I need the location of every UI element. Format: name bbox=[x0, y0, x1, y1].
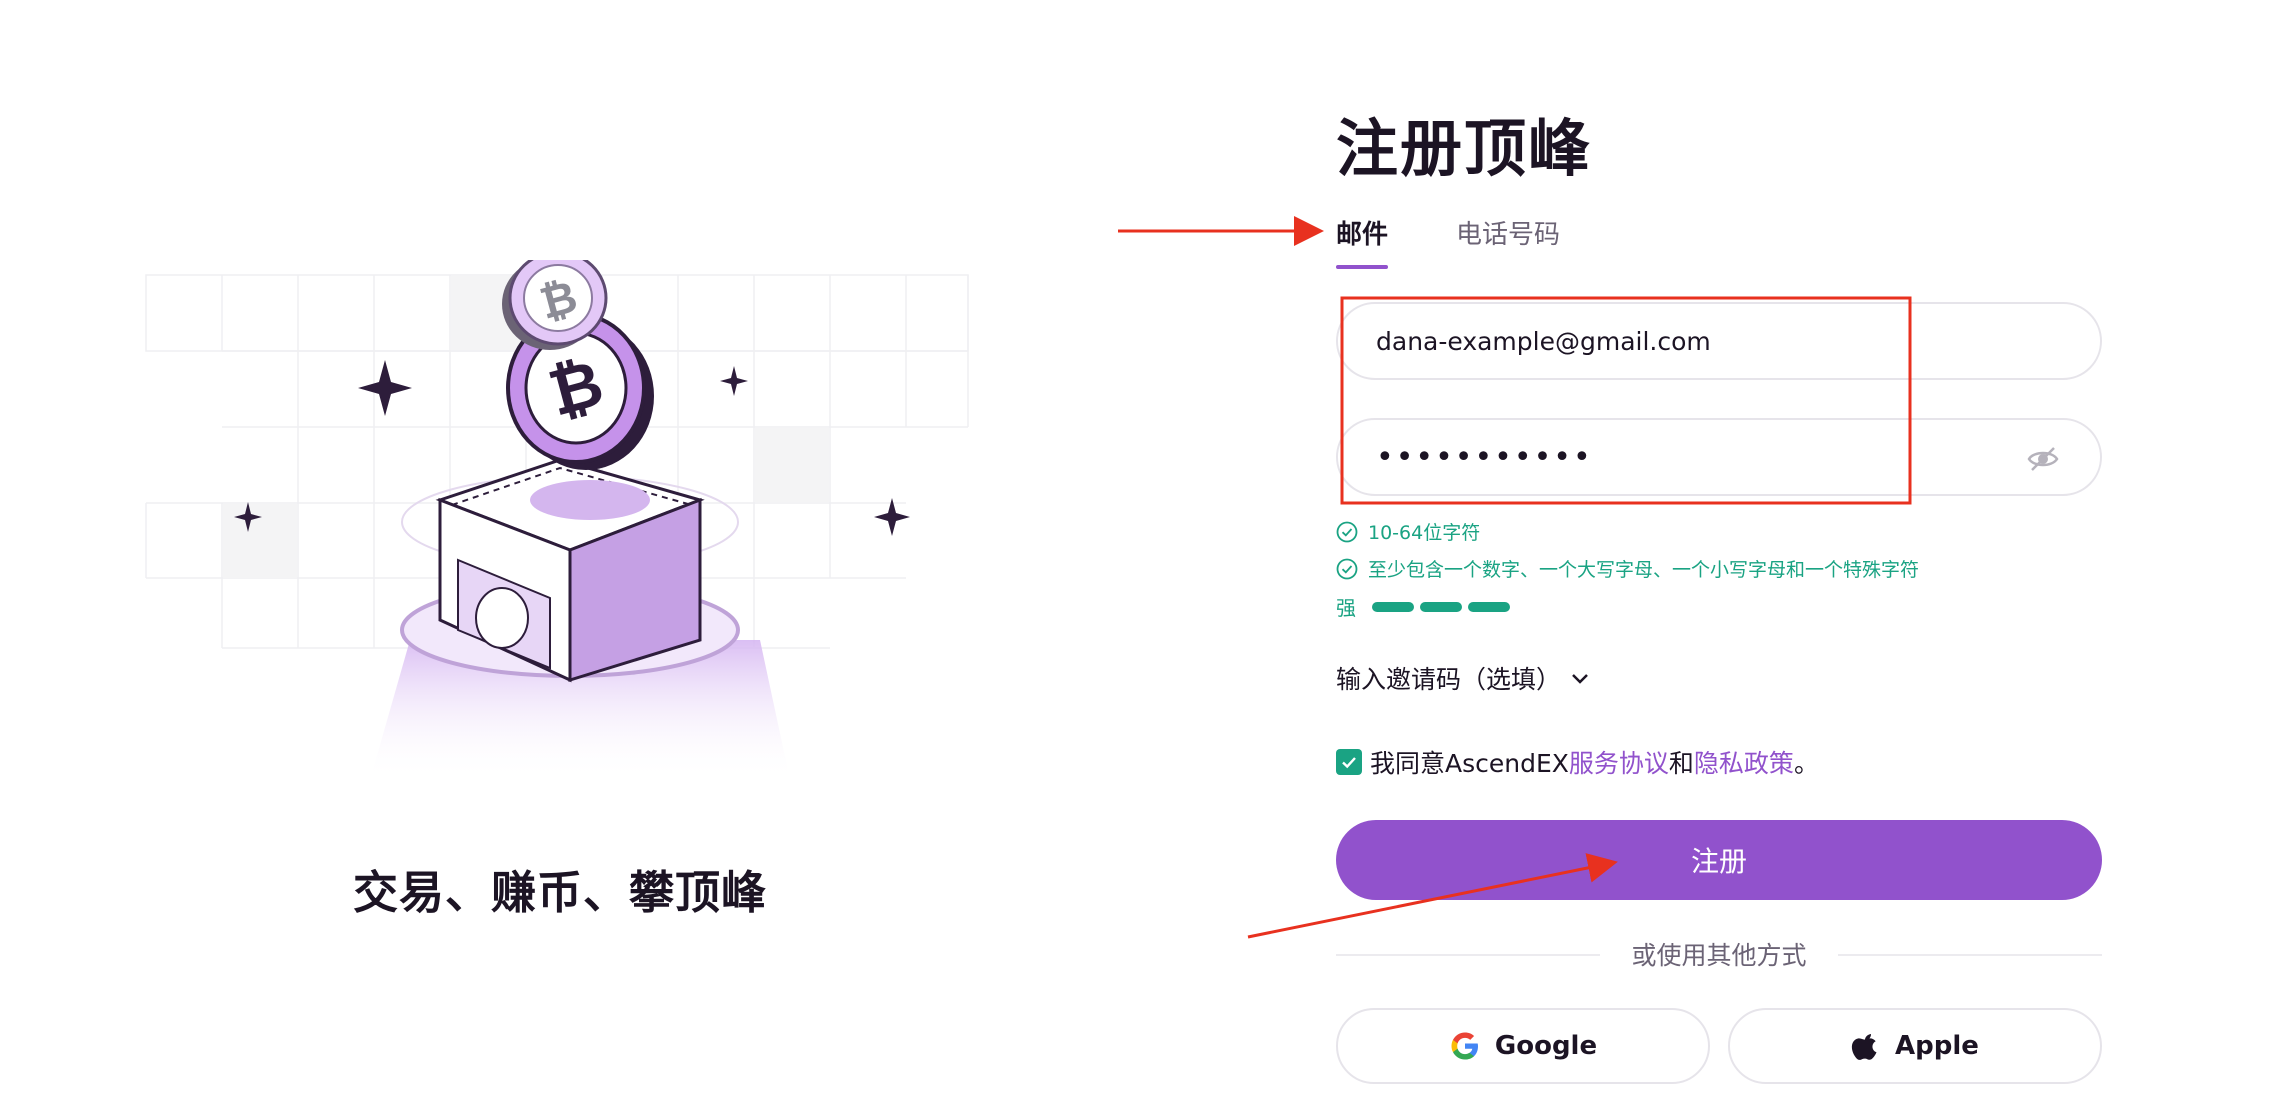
alternative-login-divider: 或使用其他方式 bbox=[1336, 936, 2102, 972]
strength-bar bbox=[1420, 601, 1462, 612]
google-login-label: Google bbox=[1494, 1031, 1598, 1061]
password-strength-meter bbox=[1372, 601, 1510, 612]
password-rule-complexity-text: 至少包含一个数字、一个大写字母、一个小写字母和一个特殊字符 bbox=[1368, 559, 1920, 581]
terms-prefix: 我同意AscendEX bbox=[1370, 749, 1569, 778]
tab-phone-label: 电话号码 bbox=[1456, 220, 1561, 250]
password-strength: 强 bbox=[1336, 592, 1510, 621]
terms-checkbox[interactable] bbox=[1336, 749, 1362, 775]
terms-conjunction: 和 bbox=[1668, 749, 1694, 778]
divider-line bbox=[1838, 954, 2102, 956]
hero-illustration: ₿ ₿ bbox=[145, 260, 969, 780]
eye-off-icon[interactable] bbox=[2026, 442, 2060, 476]
strength-bar bbox=[1372, 601, 1414, 612]
signup-page: ₿ ₿ 交易、赚币、攀顶峰 注册顶峰 邮件 电话号码 dana-example@… bbox=[0, 0, 2272, 1104]
terms-of-service-link[interactable]: 服务协议 bbox=[1569, 744, 1669, 780]
tab-phone[interactable]: 电话号码 bbox=[1456, 214, 1560, 269]
password-rule-complexity: 至少包含一个数字、一个大写字母、一个小写字母和一个特殊字符 bbox=[1336, 555, 1919, 582]
strength-bar bbox=[1468, 601, 1510, 612]
invite-code-toggle[interactable]: 输入邀请码（选填） bbox=[1336, 660, 1593, 696]
password-strength-label: 强 bbox=[1336, 596, 1356, 620]
apple-login-label: Apple bbox=[1895, 1031, 1979, 1061]
register-button[interactable]: 注册 bbox=[1336, 820, 2102, 900]
chevron-down-icon bbox=[1572, 674, 1588, 684]
google-icon bbox=[1451, 1032, 1478, 1060]
hero-tagline: 交易、赚币、攀顶峰 bbox=[352, 866, 767, 919]
password-rule-length-text: 10-64位字符 bbox=[1368, 522, 1481, 544]
check-circle-icon bbox=[1336, 558, 1358, 579]
page-title: 注册顶峰 bbox=[1336, 112, 1593, 185]
tab-email[interactable]: 邮件 bbox=[1336, 214, 1389, 269]
tab-email-label: 邮件 bbox=[1336, 220, 1389, 250]
password-field bbox=[1336, 418, 2102, 496]
apple-login-button[interactable]: Apple bbox=[1728, 1008, 2102, 1084]
terms-suffix: 。 bbox=[1793, 749, 1819, 778]
email-input[interactable] bbox=[1374, 325, 1998, 357]
privacy-policy-link[interactable]: 隐私政策 bbox=[1694, 744, 1794, 780]
invite-code-label: 输入邀请码（选填） bbox=[1336, 665, 1562, 694]
terms-agreement: 我同意AscendEX 服务协议 和 隐私政策 。 bbox=[1336, 744, 1819, 780]
email-field bbox=[1336, 302, 2102, 380]
password-input[interactable] bbox=[1374, 438, 1998, 476]
google-login-button[interactable]: Google bbox=[1336, 1008, 1710, 1084]
password-rule-length: 10-64位字符 bbox=[1336, 518, 1480, 545]
checkmark-icon bbox=[1342, 757, 1356, 769]
check-circle-icon bbox=[1336, 521, 1358, 542]
active-tab-indicator bbox=[1336, 265, 1389, 269]
apple-icon bbox=[1851, 1034, 1877, 1060]
